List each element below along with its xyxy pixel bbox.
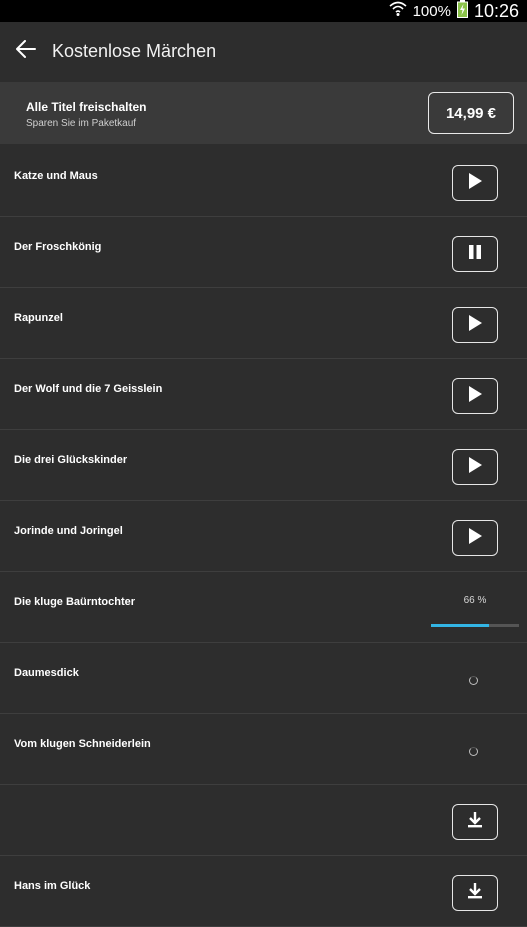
- battery-percent: 100%: [412, 2, 451, 20]
- list-item[interactable]: Der Froschkönig: [0, 217, 527, 288]
- spinner-icon: [469, 676, 478, 685]
- download-icon: [465, 881, 485, 906]
- story-title: Die kluge Baürntochter: [14, 596, 136, 608]
- buy-all-button[interactable]: 14,99 €: [428, 92, 514, 134]
- battery-charging-icon: [456, 0, 468, 23]
- status-bar: 100% 10:26: [0, 0, 527, 22]
- arrow-left-icon: [16, 39, 36, 63]
- wifi-icon: [389, 1, 407, 22]
- play-icon: [466, 527, 484, 550]
- clock: 10:26: [473, 0, 519, 21]
- pause-button[interactable]: [452, 236, 498, 272]
- list-item[interactable]: Die kluge Baürntochter 66 %: [0, 572, 527, 643]
- story-title: Rapunzel: [14, 312, 63, 324]
- play-button[interactable]: [452, 520, 498, 556]
- play-icon: [466, 172, 484, 195]
- story-title: Hans im Glück: [14, 880, 91, 892]
- download-button[interactable]: [452, 804, 498, 840]
- list-item[interactable]: Der Wolf und die 7 Geisslein: [0, 359, 527, 430]
- story-title: Die drei Glückskinder: [14, 454, 128, 466]
- list-item[interactable]: Hans im Glück: [0, 856, 527, 927]
- app-bar: Kostenlose Märchen: [0, 22, 527, 80]
- list-item[interactable]: Katze und Maus: [0, 146, 527, 217]
- list-item[interactable]: [0, 785, 527, 856]
- pause-icon: [466, 243, 484, 266]
- play-button[interactable]: [452, 165, 498, 201]
- story-title: Vom klugen Schneiderlein: [14, 738, 151, 750]
- download-progress-label: 66 %: [463, 595, 487, 606]
- play-button[interactable]: [452, 378, 498, 414]
- story-title: Daumesdick: [14, 667, 79, 679]
- promo-subtitle: Sparen Sie im Paketkauf: [26, 118, 137, 129]
- story-title: Jorinde und Joringel: [14, 525, 123, 537]
- story-title: Der Froschkönig: [14, 241, 102, 253]
- spinner-icon: [469, 747, 478, 756]
- play-button[interactable]: [452, 449, 498, 485]
- download-progress-fill: [431, 624, 490, 627]
- play-icon: [466, 385, 484, 408]
- list-item[interactable]: Jorinde und Joringel: [0, 501, 527, 572]
- story-list: Katze und Maus Der Froschkönig Rapunzel …: [0, 146, 527, 927]
- download-icon: [465, 810, 485, 835]
- download-button[interactable]: [452, 875, 498, 911]
- list-item[interactable]: Vom klugen Schneiderlein: [0, 714, 527, 785]
- back-button[interactable]: [0, 22, 52, 80]
- story-title: Der Wolf und die 7 Geisslein: [14, 383, 163, 395]
- unlock-all-banner: Alle Titel freischalten Sparen Sie im Pa…: [0, 82, 527, 144]
- list-item[interactable]: Daumesdick: [0, 643, 527, 714]
- list-item[interactable]: Rapunzel: [0, 288, 527, 359]
- promo-title: Alle Titel freischalten: [26, 100, 147, 114]
- play-icon: [466, 456, 484, 479]
- story-title: Katze und Maus: [14, 170, 98, 182]
- play-icon: [466, 314, 484, 337]
- download-progress-bar: [431, 624, 519, 627]
- page-title: Kostenlose Märchen: [52, 40, 217, 61]
- play-button[interactable]: [452, 307, 498, 343]
- list-item[interactable]: Die drei Glückskinder: [0, 430, 527, 501]
